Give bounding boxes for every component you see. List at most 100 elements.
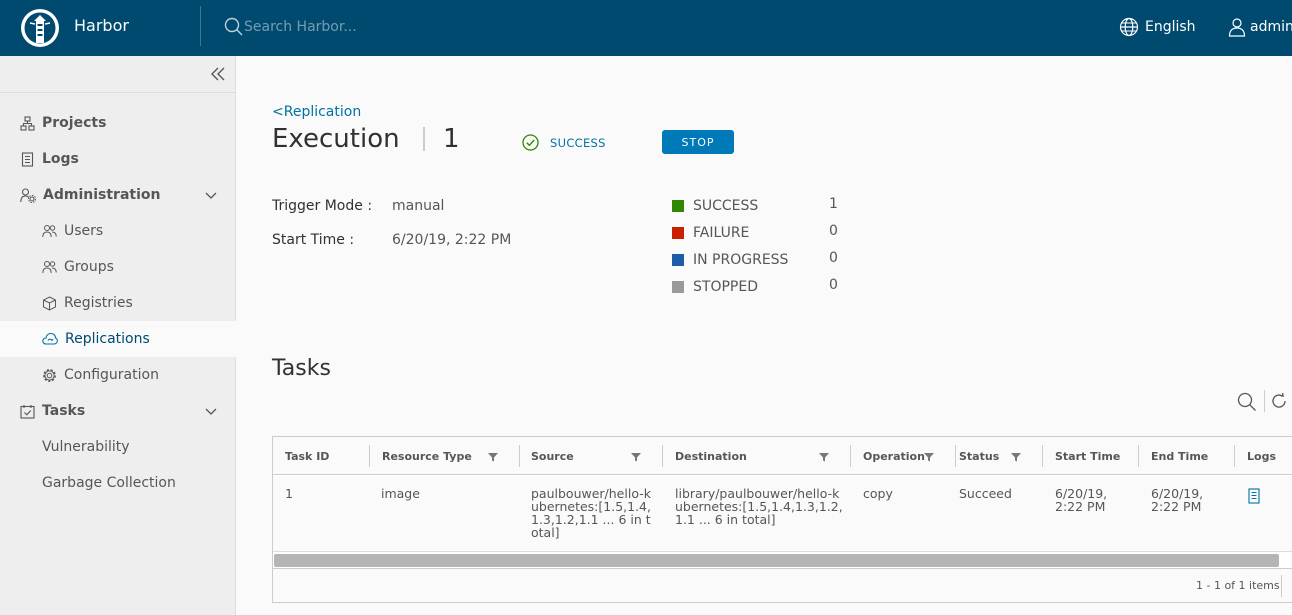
top-header: Harbor English admin — [0, 0, 1292, 56]
sidebar-item-logs[interactable]: Logs — [0, 141, 236, 177]
sidebar-item-tasks[interactable]: Tasks — [0, 393, 236, 429]
tasks-table: Task ID Resource Type Source Destination… — [272, 436, 1292, 603]
registries-icon — [43, 295, 56, 311]
legend-in-progress-count: 0 — [829, 250, 838, 266]
cell-resource-type: image — [381, 486, 420, 501]
success-check-icon — [522, 134, 539, 151]
column-header-operation[interactable]: Operation — [851, 437, 955, 475]
administration-icon — [20, 187, 36, 203]
filter-icon[interactable] — [924, 452, 934, 462]
search-icon — [224, 17, 243, 36]
cell-status: Succeed — [959, 486, 1012, 501]
start-time-label: Start Time : — [272, 232, 355, 248]
toolbar-divider — [1264, 390, 1265, 412]
collapse-sidebar-icon[interactable] — [208, 66, 228, 82]
stop-button[interactable]: STOP — [662, 130, 734, 154]
sidebar-item-replications[interactable]: Replications — [0, 321, 236, 357]
sidebar-item-label: Groups — [64, 259, 114, 275]
cell-task-id: 1 — [285, 486, 293, 501]
footer-divider — [1281, 575, 1282, 597]
legend-success-count: 1 — [829, 196, 838, 212]
sidebar-item-label: Vulnerability — [42, 439, 130, 455]
sidebar-item-label: Logs — [42, 151, 79, 167]
cell-source: paulbouwer/hello-kubernetes:[1.5,1.4,1.3… — [531, 486, 651, 540]
scrollbar-thumb[interactable] — [274, 554, 1279, 567]
search-input[interactable] — [244, 16, 544, 38]
legend-in-progress-swatch — [672, 254, 684, 266]
filter-icon[interactable] — [631, 452, 641, 462]
sidebar: Projects Logs Administration Users Group… — [0, 56, 236, 615]
legend-in-progress-label: IN PROGRESS — [693, 252, 789, 268]
title-divider — [423, 127, 425, 151]
column-header-start-time[interactable]: Start Time — [1043, 437, 1139, 475]
sidebar-item-label: Projects — [42, 115, 107, 131]
language-selector[interactable]: English — [1119, 16, 1196, 38]
page-title: Execution — [272, 124, 400, 154]
legend-failure-count: 0 — [829, 223, 838, 239]
sidebar-item-label: Replications — [65, 331, 150, 347]
sidebar-item-groups[interactable]: Groups — [0, 249, 236, 285]
horizontal-scrollbar[interactable] — [273, 551, 1292, 568]
sidebar-item-label: Garbage Collection — [42, 475, 176, 491]
user-menu[interactable]: admin — [1227, 16, 1292, 38]
log-file-icon[interactable] — [1247, 488, 1261, 504]
chevron-down-icon[interactable] — [205, 189, 217, 201]
column-header-status[interactable]: Status — [947, 437, 1042, 475]
trigger-mode-value: manual — [392, 198, 445, 214]
sidebar-item-label: Tasks — [42, 403, 86, 419]
sidebar-item-projects[interactable]: Projects — [0, 105, 236, 141]
logs-icon — [21, 151, 34, 167]
sidebar-item-label: Administration — [43, 187, 161, 203]
sidebar-item-configuration[interactable]: Configuration — [0, 357, 236, 393]
projects-icon — [20, 115, 35, 131]
legend-success-label: SUCCESS — [693, 198, 759, 214]
cell-start-time: 6/20/19, 2:22 PM — [1055, 486, 1108, 514]
sidebar-item-label: Users — [64, 223, 104, 239]
sidebar-item-garbage-collection[interactable]: Garbage Collection — [0, 465, 236, 501]
legend-stopped-label: STOPPED — [693, 279, 758, 295]
refresh-icon[interactable] — [1270, 392, 1288, 410]
cell-operation: copy — [863, 486, 893, 501]
table-header: Task ID Resource Type Source Destination… — [273, 437, 1292, 475]
cell-end-time: 6/20/19, 2:22 PM — [1151, 486, 1204, 514]
pagination-summary: 1 - 1 of 1 items — [1196, 579, 1280, 592]
legend-success-swatch — [672, 200, 684, 212]
trigger-mode-label: Trigger Mode : — [272, 198, 373, 214]
user-name: admin — [1250, 19, 1292, 35]
execution-id: 1 — [443, 124, 460, 154]
back-to-replication-link[interactable]: <Replication — [272, 104, 361, 120]
sidebar-item-label: Configuration — [64, 367, 159, 383]
execution-status: SUCCESS — [550, 136, 606, 150]
globe-icon — [1119, 17, 1139, 37]
table-footer — [273, 568, 1292, 602]
filter-icon[interactable] — [488, 452, 498, 462]
column-header-logs: Logs — [1247, 449, 1276, 463]
legend-failure-swatch — [672, 227, 684, 239]
configuration-icon — [43, 368, 56, 382]
language-label: English — [1145, 19, 1196, 35]
sidebar-item-vulnerability[interactable]: Vulnerability — [0, 429, 236, 465]
filter-icon[interactable] — [819, 452, 829, 462]
app-name[interactable]: Harbor — [74, 16, 129, 35]
legend-stopped-count: 0 — [829, 277, 838, 293]
sidebar-item-registries[interactable]: Registries — [0, 285, 236, 321]
column-header-task-id[interactable]: Task ID — [273, 437, 369, 475]
user-icon — [1228, 18, 1246, 37]
sidebar-item-administration[interactable]: Administration — [0, 177, 236, 213]
legend-failure-label: FAILURE — [693, 225, 750, 241]
cell-destination: library/paulbouwer/hello-kubernetes:[1.5… — [675, 486, 843, 527]
column-header-end-time[interactable]: End Time — [1139, 437, 1235, 475]
harbor-logo-icon[interactable] — [20, 8, 60, 48]
filter-icon[interactable] — [1011, 452, 1021, 462]
users-icon — [42, 225, 57, 238]
header-divider — [200, 6, 201, 46]
sidebar-item-users[interactable]: Users — [0, 213, 236, 249]
legend-stopped-swatch — [672, 281, 684, 293]
chevron-down-icon[interactable] — [205, 405, 217, 417]
search-icon[interactable] — [1237, 392, 1257, 412]
sidebar-item-label: Registries — [64, 295, 133, 311]
replications-icon — [42, 332, 58, 345]
start-time-value: 6/20/19, 2:22 PM — [392, 232, 512, 248]
sidebar-divider — [0, 92, 236, 93]
tasks-icon — [20, 404, 35, 419]
